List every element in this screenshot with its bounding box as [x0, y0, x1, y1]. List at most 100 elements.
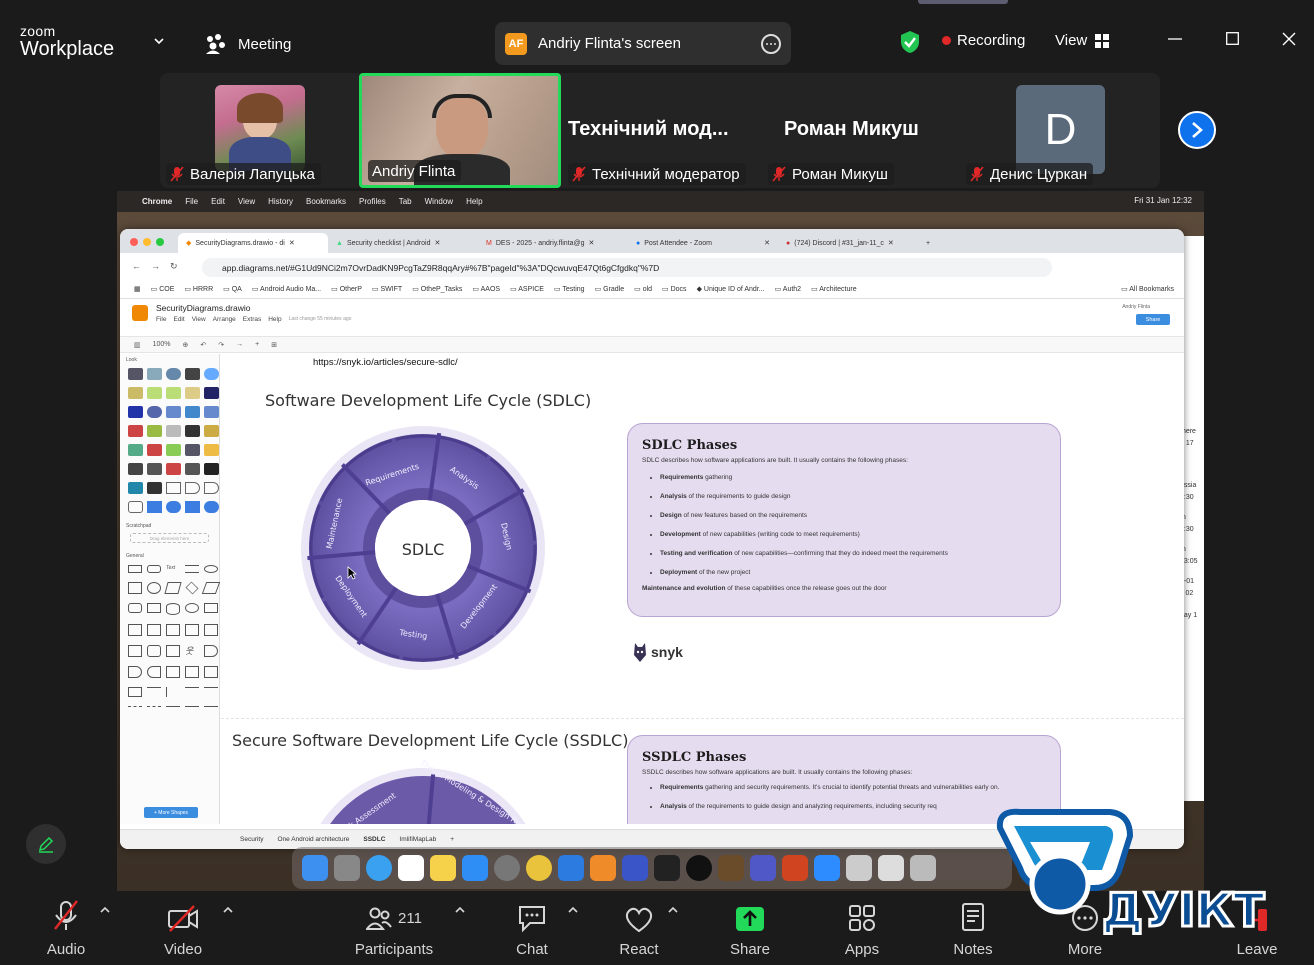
annotate-button[interactable]: [26, 824, 66, 864]
security-shield-icon[interactable]: [899, 30, 921, 54]
bookmark[interactable]: ▭ OtheP_Tasks: [412, 285, 462, 293]
settings-icon[interactable]: [494, 855, 520, 881]
minimize-icon[interactable]: [1168, 32, 1182, 46]
zoom-app-icon[interactable]: [814, 855, 840, 881]
bookmark[interactable]: ▭ Android Audio Ma...: [252, 285, 321, 293]
browser-tab[interactable]: ● Post Attendee - Zoom ✕: [628, 233, 778, 253]
sheet-tab[interactable]: SSDLC: [363, 836, 385, 843]
reload-icon[interactable]: ↻: [170, 261, 178, 272]
browser-tab[interactable]: ◆ SecurityDiagrams.drawio - di ✕: [178, 233, 328, 253]
back-icon[interactable]: ←: [132, 261, 141, 271]
undo-icon[interactable]: ↶: [200, 341, 206, 349]
participant-tile[interactable]: Технічний мод... Технічний модератор: [562, 73, 762, 188]
bookmark[interactable]: ▭ QA: [223, 285, 242, 293]
browser-tab[interactable]: ▲ Security checklist | Android ✕: [328, 233, 478, 253]
app-icon[interactable]: [622, 855, 648, 881]
app-icon[interactable]: [718, 855, 744, 881]
more-shapes-button[interactable]: + More Shapes: [144, 807, 198, 818]
drag-handle[interactable]: [918, 0, 1008, 4]
chat-button[interactable]: Chat: [500, 893, 564, 965]
browser-tab[interactable]: M DES - 2025 - andriy.flinta@g ✕: [478, 233, 628, 253]
bookmark[interactable]: ▭ SWIFT: [372, 285, 402, 293]
chrome-window[interactable]: ◆ SecurityDiagrams.drawio - di ✕ ▲ Security…: [120, 229, 1184, 849]
general-shapes-grid[interactable]: Text 웃: [120, 561, 221, 718]
sdlc-ring-diagram[interactable]: SDLC Requirements Analysis Design Develo…: [297, 422, 549, 674]
panel-toggle-icon[interactable]: ▥: [134, 341, 141, 349]
table-icon[interactable]: ⊞: [271, 341, 277, 349]
video-options-chevron-up-icon[interactable]: [223, 905, 233, 915]
video-button[interactable]: Video: [147, 893, 219, 965]
sheet-tab[interactable]: Security: [240, 836, 263, 843]
apps-grid-icon[interactable]: ▦: [134, 285, 141, 293]
chat-options-chevron-up-icon[interactable]: [568, 905, 578, 915]
sdlc-phases-card[interactable]: SDLC Phases SDLC describes how software …: [627, 423, 1061, 617]
audio-button[interactable]: Audio: [30, 893, 102, 965]
chrome-icon[interactable]: [526, 855, 552, 881]
share-button[interactable]: Share: [1136, 314, 1170, 325]
chevron-down-icon[interactable]: [154, 36, 164, 46]
maximize-icon[interactable]: [1226, 32, 1239, 45]
more-options-icon[interactable]: [761, 33, 781, 54]
app-icon[interactable]: [846, 855, 872, 881]
books-icon[interactable]: [590, 855, 616, 881]
safari-icon[interactable]: [366, 855, 392, 881]
add-sheet-button[interactable]: +: [450, 836, 454, 843]
ssdlc-title[interactable]: Secure Software Development Life Cycle (…: [232, 731, 628, 750]
screen-share-pill[interactable]: AF Andriy Flinta's screen: [495, 22, 791, 65]
epic-games-icon[interactable]: [654, 855, 680, 881]
view-button[interactable]: View: [1055, 32, 1110, 49]
app-icon[interactable]: [878, 855, 904, 881]
shape-library[interactable]: Look Scratchpad Drag elements here Gener…: [120, 354, 221, 824]
participant-tile[interactable]: Денис Цуркан: [960, 73, 1160, 188]
new-tab-button[interactable]: +: [918, 233, 938, 253]
bookmark[interactable]: ▭ OtherP: [331, 285, 362, 293]
notes-app-icon[interactable]: [430, 855, 456, 881]
powerpoint-icon[interactable]: [782, 855, 808, 881]
participant-tile-active-speaker[interactable]: Andriy Flinta: [359, 73, 561, 188]
app-store-icon[interactable]: [462, 855, 488, 881]
bookmark[interactable]: ▭ ASPICE: [510, 285, 544, 293]
finder-icon[interactable]: [302, 855, 328, 881]
zoom-in-icon[interactable]: ⊕: [183, 341, 189, 349]
bookmark[interactable]: ▭ Architecture: [811, 285, 857, 293]
source-link[interactable]: https://snyk.io/articles/secure-sdlc/: [313, 357, 458, 368]
bookmark[interactable]: ▭ Testing: [554, 285, 585, 293]
sheet-tab[interactable]: One Android architecture: [277, 836, 349, 843]
sheet-tab[interactable]: ImlifiMapLab: [399, 836, 436, 843]
meeting-info-button[interactable]: Meeting: [204, 33, 291, 55]
lock-shapes-grid[interactable]: [120, 366, 219, 515]
all-bookmarks[interactable]: ▭ All Bookmarks: [1121, 285, 1174, 293]
apps-button[interactable]: Apps: [830, 893, 894, 965]
bookmark[interactable]: ▭ Gradle: [595, 285, 625, 293]
bookmark[interactable]: ▭ Docs: [662, 285, 687, 293]
share-button[interactable]: Share: [718, 893, 782, 965]
forward-icon[interactable]: →: [151, 261, 160, 271]
sdlc-title[interactable]: Software Development Life Cycle (SDLC): [265, 391, 591, 410]
react-options-chevron-up-icon[interactable]: [668, 905, 678, 915]
bookmark[interactable]: ▭ AAOS: [472, 285, 500, 293]
next-participants-button[interactable]: [1178, 111, 1216, 149]
ssdlc-ring-diagram[interactable]: Risk Assessment Threat Modeling & Design…: [297, 754, 549, 824]
file-title[interactable]: SecurityDiagrams.drawio: [156, 303, 250, 313]
close-icon[interactable]: [1282, 32, 1296, 46]
window-controls[interactable]: [130, 238, 164, 246]
bookmark[interactable]: ◆ Unique ID of Andr...: [697, 285, 765, 293]
outlook-icon[interactable]: [558, 855, 584, 881]
bookmark[interactable]: ▭ COE: [151, 285, 175, 293]
react-button[interactable]: React: [607, 893, 671, 965]
participants-options-chevron-up-icon[interactable]: [455, 905, 465, 915]
launchpad-icon[interactable]: [334, 855, 360, 881]
recording-indicator[interactable]: Recording: [942, 32, 1025, 49]
snyk-logo[interactable]: snyk: [633, 641, 683, 663]
app-icon[interactable]: [910, 855, 936, 881]
participant-tile[interactable]: Роман Микуш Роман Микуш: [762, 73, 960, 188]
bookmark[interactable]: ▭ old: [634, 285, 652, 293]
address-bar[interactable]: app.diagrams.net/#G1Ud9NCi2m7OvrDadKN9Pc…: [202, 258, 1052, 277]
diagram-canvas[interactable]: https://snyk.io/articles/secure-sdlc/ So…: [221, 354, 1184, 824]
participants-button[interactable]: 211 Participants: [350, 893, 438, 965]
redo-icon[interactable]: ↷: [218, 341, 224, 349]
app-icon[interactable]: [686, 855, 712, 881]
insert-icon[interactable]: +: [255, 341, 259, 348]
bookmark[interactable]: ▭ Auth2: [775, 285, 801, 293]
connection-icon[interactable]: →: [236, 341, 243, 348]
